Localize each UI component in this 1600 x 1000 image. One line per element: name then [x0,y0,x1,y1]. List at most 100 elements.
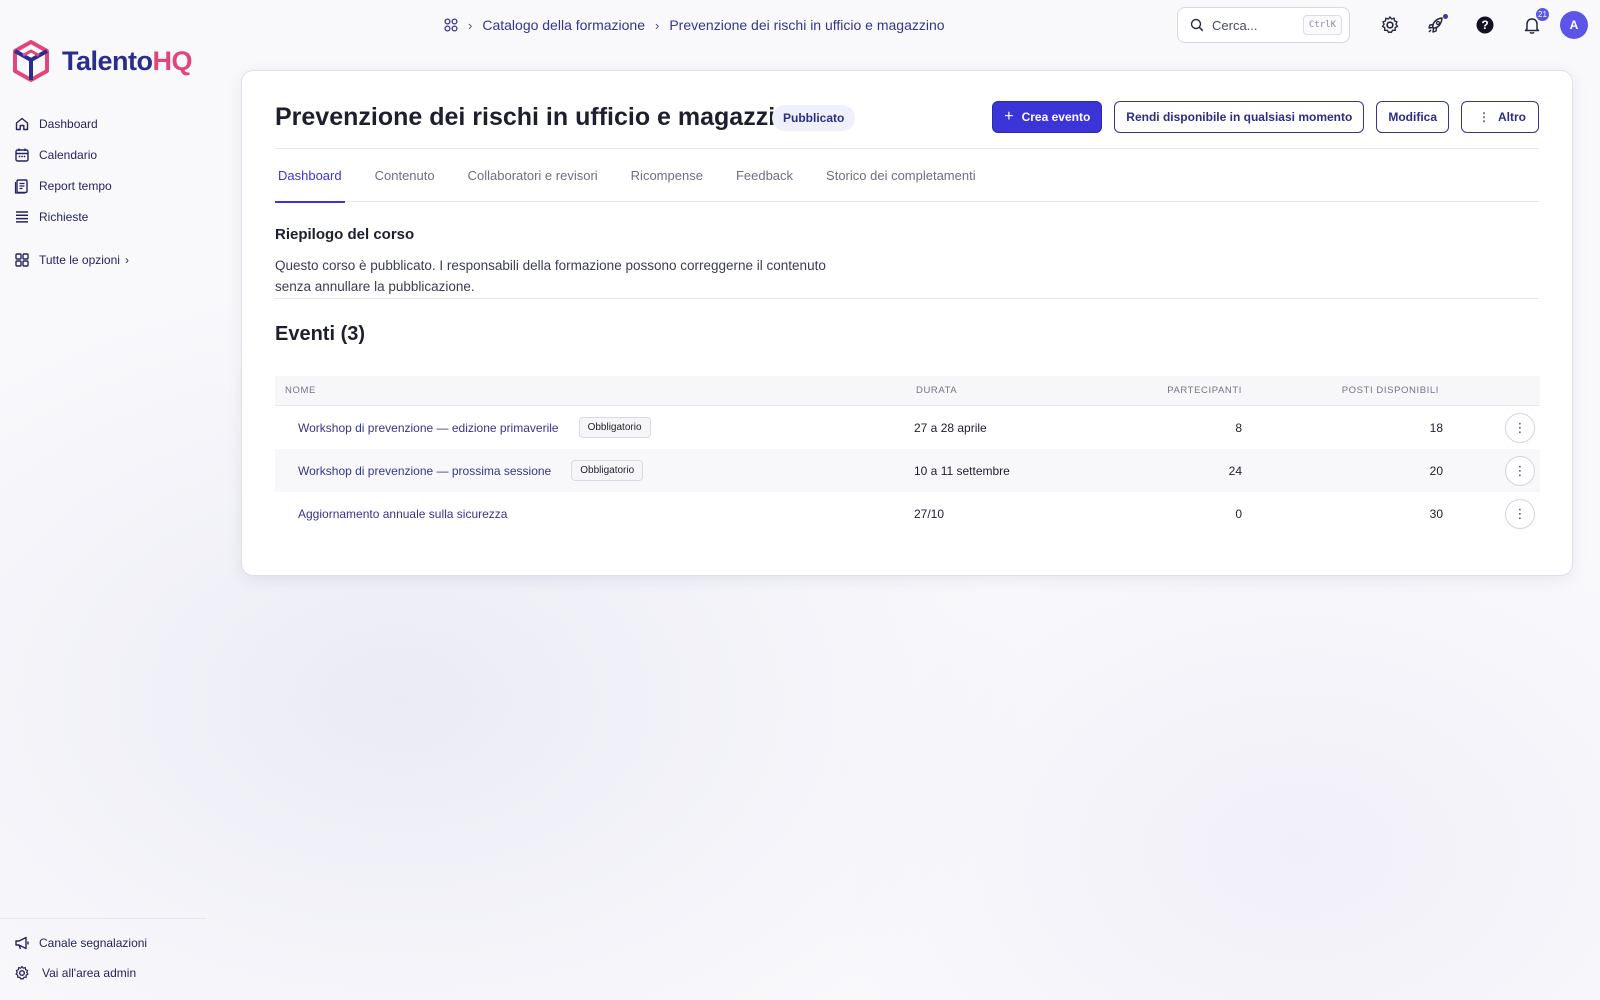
home-icon [15,117,29,130]
tab-ricompense[interactable]: Ricompense [628,149,706,202]
page-title: Prevenzione dei rischi in ufficio e maga… [275,103,806,131]
help-button[interactable]: ? [1472,12,1498,38]
event-duration: 27 a 28 aprile [914,420,987,435]
plus-icon: + [1004,108,1014,125]
brand-logo[interactable]: TalentoHQ [12,40,192,82]
new-indicator-dot [1443,14,1448,19]
grid-icon [15,252,29,267]
course-actions: + Crea evento Rendi disponibile in quals… [992,101,1539,133]
sidebar-item-label: Calendario [39,147,98,162]
edit-button[interactable]: Modifica [1376,101,1449,133]
course-tabs: Dashboard Contenuto Collaboratori e revi… [275,149,1539,203]
status-badge: Pubblicato [772,105,856,131]
table-row: Aggiornamento annuale sulla sicurezza 27… [275,492,1540,535]
report-icon [14,178,28,194]
search-placeholder: Cerca... [1212,17,1258,33]
breadcrumb: › Catalogo della formazione › Prevenzion… [444,14,945,36]
cube-logo-icon [13,40,49,82]
event-duration: 10 a 11 settembre [914,463,1010,478]
sidebar-item-report-tempo[interactable]: Report tempo [14,170,204,201]
breadcrumb-current: Prevenzione dei rischi in ufficio e maga… [669,17,945,33]
tab-collaboratori-revisori[interactable]: Collaboratori e revisori [465,149,601,202]
tab-storico-completamenti[interactable]: Storico dei completamenti [823,149,979,202]
search-icon [1190,18,1204,32]
table-row: Workshop di prevenzione — edizione prima… [275,406,1540,449]
sidebar-item-dashboard[interactable]: Dashboard [14,108,204,139]
help-icon: ? [1476,16,1494,34]
course-card: Prevenzione dei rischi in ufficio e maga… [241,70,1573,576]
sidebar-nav: Dashboard Calendario Report tempo Richie… [14,108,204,275]
mandatory-tag: Obbligatorio [571,460,644,481]
event-name-link[interactable]: Workshop di prevenzione — prossima sessi… [298,464,551,478]
event-duration: 27/10 [914,506,945,521]
search-input[interactable]: Cerca... CtrlK [1177,7,1350,43]
events-heading: Eventi (3) [275,323,366,345]
column-header-name: NOME [285,385,316,396]
tab-feedback[interactable]: Feedback [733,149,796,202]
divider [275,298,1539,299]
notifications-button[interactable]: 21 [1519,8,1549,38]
tab-dashboard[interactable]: Dashboard [275,149,345,203]
sidebar-item-label: Dashboard [39,116,98,131]
sidebar-item-label: Canale segnalazioni [39,936,148,950]
make-available-button[interactable]: Rendi disponibile in qualsiasi momento [1114,101,1365,133]
settings-button[interactable] [1377,12,1403,38]
gear-icon [1381,16,1399,34]
calendar-icon [15,148,29,162]
breadcrumb-catalog-link[interactable]: Catalogo della formazione [482,17,645,33]
event-seats: 30 [1429,506,1443,521]
kebab-icon: ⋮ [1513,419,1527,435]
gear-icon [15,965,29,980]
column-header-duration: DURATA [916,385,958,396]
table-row: Workshop di prevenzione — prossima sessi… [275,449,1540,492]
table-header: NOME DURATA PARTECIPANTI POSTI DISPONIBI… [275,376,1540,406]
list-icon [16,210,28,223]
kebab-icon: ⋮ [1513,462,1527,478]
row-actions-button[interactable]: ⋮ [1505,455,1535,486]
whats-new-button[interactable] [1423,12,1449,38]
sidebar-bottom-nav: Canale segnalazioni Vai all'area admin [14,928,204,988]
sidebar-item-all-options[interactable]: Tutte le opzioni › [14,244,204,275]
megaphone-icon [15,936,29,950]
event-participants: 0 [1235,506,1242,521]
sidebar-item-label: Richieste [39,209,89,224]
chevron-right-icon: › [124,252,129,267]
user-avatar[interactable]: A [1560,11,1588,39]
notification-count-badge: 21 [1536,8,1549,21]
sidebar-divider [0,918,206,919]
sidebar-item-canale-segnalazioni[interactable]: Canale segnalazioni [14,928,204,958]
events-table: NOME DURATA PARTECIPANTI POSTI DISPONIBI… [275,376,1540,535]
kebab-icon: ⋮ [1478,110,1490,124]
search-shortcut: CtrlK [1302,15,1342,35]
chevron-right-icon: › [468,17,473,33]
sidebar-item-label: Tutte le opzioni [39,252,120,267]
tab-contenuto[interactable]: Contenuto [372,149,438,202]
more-button[interactable]: ⋮ Altro [1461,101,1539,133]
sidebar-item-richieste[interactable]: Richieste [14,201,204,232]
sidebar-item-label: Vai all'area admin [42,966,137,980]
create-event-label: Crea evento [1021,110,1091,124]
row-actions-button[interactable]: ⋮ [1505,498,1535,529]
sidebar-item-label: Report tempo [39,178,112,193]
event-name-link[interactable]: Aggiornamento annuale sulla sicurezza [298,507,507,521]
summary-heading: Riepilogo del corso [275,226,415,243]
apps-icon[interactable] [444,18,458,32]
summary-text: Questo corso è pubblicato. I responsabil… [275,258,826,294]
mandatory-tag: Obbligatorio [578,417,651,438]
course-header: Prevenzione dei rischi in ufficio e maga… [275,101,1539,149]
sidebar-item-admin-area[interactable]: Vai all'area admin [14,958,204,988]
chevron-right-icon: › [655,17,660,33]
sidebar: TalentoHQ Dashboard Calendario Report te… [0,0,210,1000]
event-participants: 8 [1235,420,1242,435]
event-participants: 24 [1228,463,1242,478]
row-actions-button[interactable]: ⋮ [1505,412,1535,443]
create-event-button[interactable]: + Crea evento [992,101,1103,133]
sidebar-item-calendario[interactable]: Calendario [14,139,204,170]
column-header-seats: POSTI DISPONIBILI [1341,385,1439,396]
kebab-icon: ⋮ [1513,505,1527,521]
svg-text:?: ? [1481,18,1488,32]
event-seats: 20 [1429,463,1443,478]
brand-name: TalentoHQ [62,45,192,76]
event-name-link[interactable]: Workshop di prevenzione — edizione prima… [298,421,559,435]
more-label: Altro [1498,110,1526,124]
